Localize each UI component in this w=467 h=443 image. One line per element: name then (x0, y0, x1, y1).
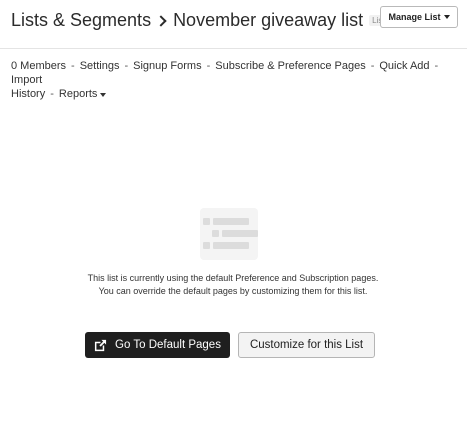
customize-for-list-button[interactable]: Customize for this List (238, 332, 375, 358)
list-subnav: 0 Members - Settings - Signup Forms - Subscrib… (11, 59, 461, 101)
breadcrumb-lists-segments[interactable]: Lists & Segments (11, 10, 151, 31)
go-to-default-pages-label: Go To Default Pages (115, 339, 221, 351)
page-header: Lists & Segments November giveaway list … (0, 0, 467, 49)
placeholder-row (212, 230, 258, 237)
placeholder-dot (203, 218, 210, 225)
nav-separator: - (370, 60, 375, 72)
nav-separator: - (206, 60, 211, 72)
placeholder-bar (213, 218, 249, 225)
placeholder-row (203, 242, 249, 249)
nav-separator: - (124, 60, 129, 72)
nav-reports-label: Reports (58, 88, 98, 100)
list-placeholder-icon (200, 208, 258, 260)
placeholder-dot (212, 230, 219, 237)
nav-separator: - (434, 60, 439, 72)
manage-list-label: Manage List (388, 12, 441, 22)
caret-down-icon (100, 93, 107, 97)
breadcrumb: Lists & Segments November giveaway list … (11, 10, 388, 31)
default-pages-message: This list is currently using the default… (87, 273, 379, 296)
manage-list-button[interactable]: Manage List (380, 6, 458, 28)
nav-signup-forms[interactable]: Signup Forms (133, 60, 201, 72)
nav-members[interactable]: 0 Members (11, 60, 66, 72)
external-link-icon (94, 339, 107, 351)
nav-separator: - (71, 60, 75, 72)
placeholder-bar (213, 242, 249, 249)
chevron-right-icon (155, 14, 167, 27)
nav-reports[interactable]: Reports (59, 88, 107, 100)
nav-history[interactable]: History (11, 88, 45, 100)
customize-for-list-label: Customize for this List (249, 339, 364, 351)
nav-separator: - (50, 88, 54, 100)
caret-down-icon (443, 15, 450, 19)
nav-import[interactable]: Import (11, 74, 42, 86)
go-to-default-pages-button[interactable]: Go To Default Pages (85, 332, 230, 358)
nav-settings[interactable]: Settings (80, 60, 120, 72)
nav-subscribe-preference-pages[interactable]: Subscribe & Preference Pages (215, 60, 365, 72)
page-title: November giveaway list (173, 10, 364, 30)
placeholder-bar (222, 230, 258, 237)
nav-quick-add[interactable]: Quick Add (379, 60, 429, 72)
placeholder-row (203, 218, 249, 225)
placeholder-dot (203, 242, 210, 249)
